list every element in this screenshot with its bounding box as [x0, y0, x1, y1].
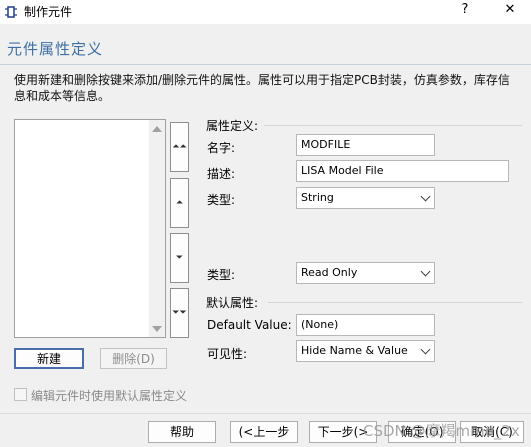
- help-button[interactable]: 帮助: [148, 421, 216, 443]
- access-value: Read Only: [301, 266, 358, 279]
- description-label: 描述:: [207, 167, 236, 181]
- window-title: 制作元件: [24, 5, 73, 19]
- scroll-up-icon[interactable]: [152, 126, 162, 132]
- property-list[interactable]: [14, 119, 166, 338]
- default-value-label: Default Value:: [207, 318, 292, 332]
- group-divider: [264, 125, 522, 126]
- type-label: 类型:: [207, 193, 236, 207]
- move-down-button[interactable]: ⏷: [170, 233, 189, 283]
- component-icon: [5, 6, 17, 18]
- default-property-title: 默认属性:: [206, 296, 259, 310]
- list-scrollbar[interactable]: [149, 120, 165, 337]
- back-button[interactable]: (<上一步: [230, 421, 298, 443]
- name-field[interactable]: MODFILE: [296, 134, 435, 156]
- use-default-label: 编辑元件时使用默认属性定义: [31, 389, 188, 403]
- move-down-icon: ⏷: [175, 253, 184, 263]
- property-definition-title: 属性定义:: [206, 119, 259, 133]
- chevron-down-icon: [420, 344, 431, 355]
- close-icon[interactable]: ✕: [497, 2, 523, 22]
- group-divider: [268, 302, 522, 303]
- default-value-field[interactable]: (None): [296, 314, 435, 336]
- watermark: CSDN @摩羯mmo_2x: [363, 422, 520, 440]
- name-label: 名字:: [207, 141, 236, 155]
- chevron-down-icon: [420, 191, 431, 202]
- visibility-dropdown[interactable]: Hide Name & Value: [296, 340, 435, 362]
- visibility-label: 可见性:: [207, 347, 248, 361]
- visibility-value: Hide Name & Value: [301, 344, 408, 357]
- type-dropdown[interactable]: String: [296, 187, 435, 209]
- move-up-icon: ⏶: [175, 198, 184, 208]
- move-up-button[interactable]: ⏶: [170, 178, 189, 228]
- description-field[interactable]: LISA Model File: [296, 160, 509, 182]
- description-text: 使用新建和删除按键来添加/删除元件的属性。属性可以用于指定PCB封装，仿真参数，…: [14, 73, 510, 103]
- page-title: 元件属性定义: [7, 40, 104, 58]
- title-bar: [0, 0, 531, 24]
- scroll-down-icon[interactable]: [152, 326, 162, 332]
- delete-button[interactable]: 删除(D): [100, 348, 167, 369]
- footer-divider: [0, 413, 531, 414]
- use-default-checkbox[interactable]: [14, 388, 27, 401]
- help-icon[interactable]: ?: [454, 2, 476, 22]
- move-top-icon: ⏶⏶: [172, 142, 187, 152]
- move-bottom-button[interactable]: ⏷⏷: [170, 288, 189, 338]
- move-bottom-icon: ⏷⏷: [172, 308, 187, 318]
- access-dropdown[interactable]: Read Only: [296, 262, 435, 284]
- chevron-down-icon: [420, 266, 431, 277]
- move-top-button[interactable]: ⏶⏶: [170, 122, 189, 172]
- new-button[interactable]: 新建: [14, 348, 84, 369]
- header-divider: [0, 64, 531, 65]
- type-value: String: [301, 191, 334, 204]
- type2-label: 类型:: [207, 268, 236, 282]
